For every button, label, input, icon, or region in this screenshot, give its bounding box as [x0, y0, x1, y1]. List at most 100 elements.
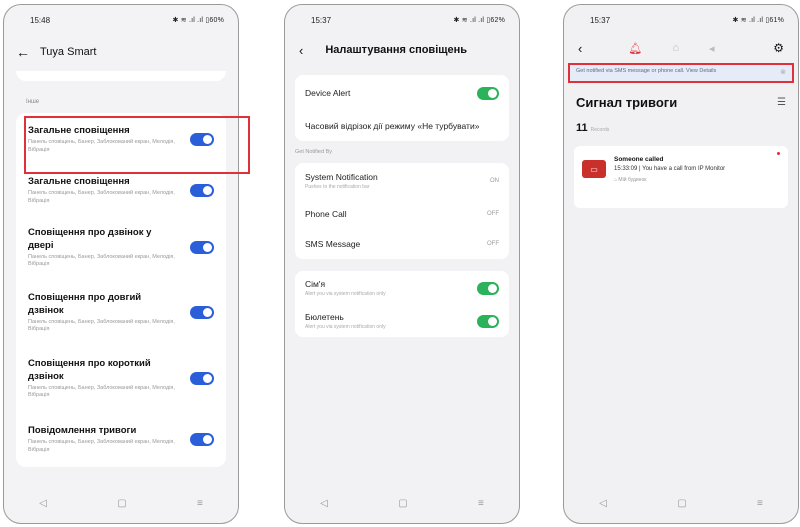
status-indicators: ✱ ≋ .ıl .ıl ▯62% [453, 17, 505, 24]
nav-home-icon[interactable]: ▢ [677, 498, 686, 509]
item-subtitle: Панель сповіщень, Банер, Заблокований ек… [28, 318, 175, 333]
list-item[interactable]: Сповіщення про довгий дзвінок Панель спов… [16, 279, 226, 345]
count-label: Records [590, 127, 610, 133]
unread-dot [777, 152, 780, 155]
item-subtitle: Панель сповіщень, Банер, Заблокований ек… [28, 384, 175, 399]
doorbell-icon: ▭ [582, 160, 606, 178]
back-chevron-icon[interactable]: ‹ [578, 41, 582, 56]
phone-screen-1: 15:48 ✱ ≋ .ıl .ıl ▯60% ← Tuya Smart Інше… [3, 4, 239, 524]
toggle-switch[interactable] [190, 305, 214, 319]
status-indicators: ✱ ≋ .ıl .ıl ▯61% [732, 17, 784, 24]
row-value: OFF [487, 241, 499, 247]
notification-banner[interactable]: Get notified via SMS message or phone ca… [568, 63, 794, 83]
phone-screen-2: 15:37 ✱ ≋ .ıl .ıl ▯62% ‹ Налаштування сп… [284, 4, 520, 524]
settings-card: Device Alert Часовий відрізок дії режиму… [295, 75, 509, 141]
nav-menu-icon[interactable]: ≡ [197, 498, 203, 509]
close-icon[interactable]: ⊗ [780, 69, 786, 77]
system-nav-bar: ◁ ▢ ≡ [564, 483, 798, 523]
toggle-switch[interactable] [190, 183, 214, 197]
event-description: 15:33:09 | You have a call from IP Monit… [614, 166, 726, 172]
system-notification-row[interactable]: System Notification Pushes to the notific… [295, 163, 509, 199]
item-title: Повідомлення тривоги [28, 425, 137, 436]
message-tabs: ‹ 🔔︎ ⌂ ◂ ⚙ [564, 35, 798, 61]
nav-back-icon[interactable]: ◁ [599, 498, 607, 509]
bulletin-toggle[interactable] [477, 314, 499, 328]
sms-row[interactable]: SMS Message OFF [295, 229, 509, 259]
item-subtitle: Панель сповіщень, Банер, Заблокований ек… [28, 190, 175, 204]
status-time: 15:37 [590, 15, 611, 25]
list-item[interactable]: Повідомлення тривоги Панель сповіщень, Ба… [16, 411, 226, 467]
item-subtitle: Панель сповіщень, Банер, Заблокований ек… [28, 253, 175, 268]
list-item[interactable]: Сповіщення про короткий дзвінок Панель сп… [16, 345, 226, 411]
toggle-switch[interactable] [190, 432, 214, 446]
event-location: ⌂ Мій будинок [614, 176, 647, 183]
nav-home-icon[interactable]: ▢ [398, 498, 407, 509]
home-icon[interactable]: ⌂ [672, 42, 679, 55]
page-title: Налаштування сповіщень [325, 44, 468, 56]
section-header: Сигнал тривоги ☰ [564, 83, 798, 110]
back-arrow-icon[interactable]: ← [16, 44, 30, 60]
app-header: ← Tuya Smart [4, 35, 238, 69]
speaker-icon[interactable]: ◂ [709, 42, 715, 55]
phone-call-row[interactable]: Phone Call OFF [295, 199, 509, 229]
banner-text: Get notified via SMS message or phone ca… [576, 68, 717, 74]
family-row[interactable]: Сім'я Alert you via system notification o… [295, 271, 509, 305]
page-title: Tuya Smart [40, 46, 97, 58]
dnd-row[interactable]: Часовий відрізок дії режиму «Не турбуват… [295, 111, 509, 141]
device-alert-toggle[interactable] [477, 86, 499, 100]
back-chevron-icon[interactable]: ‹ [299, 43, 303, 58]
alarm-event-card[interactable]: ▭ Someone called 15:33:09 | You have a c… [574, 146, 788, 208]
row-label: System Notification [305, 172, 378, 182]
list-item[interactable]: Сповіщення про дзвінок у двері Панель спо… [16, 215, 226, 279]
row-value: ON [490, 178, 499, 184]
nav-back-icon[interactable]: ◁ [320, 498, 328, 509]
status-time: 15:37 [311, 15, 332, 25]
family-toggle[interactable] [477, 281, 499, 295]
system-nav-bar: ◁ ▢ ≡ [285, 483, 519, 523]
app-header: ‹ Налаштування сповіщень [285, 35, 519, 65]
system-nav-bar: ◁ ▢ ≡ [4, 483, 238, 523]
row-subtitle: Pushes to the notification bar [305, 184, 370, 190]
alarm-bell-icon[interactable]: 🔔︎ [628, 42, 642, 55]
item-title: Сповіщення про дзвінок у двері [28, 226, 152, 251]
nav-menu-icon[interactable]: ≡ [757, 498, 763, 509]
status-bar: 15:48 ✱ ≋ .ıl .ıl ▯60% [4, 5, 238, 35]
phone-screen-3: 15:37 ✱ ≋ .ıl .ıl ▯61% ‹ 🔔︎ ⌂ ◂ ⚙ Get no… [563, 4, 799, 524]
nav-back-icon[interactable]: ◁ [39, 498, 47, 509]
card-edge [16, 71, 226, 81]
status-indicators: ✱ ≋ .ıl .ıl ▯60% [172, 17, 224, 24]
status-time: 15:48 [30, 15, 51, 25]
row-label: Device Alert [305, 88, 351, 98]
row-subtitle: Alert you via system notification only [305, 324, 386, 330]
status-bar: 15:37 ✱ ≋ .ıl .ıl ▯62% [285, 5, 519, 35]
gear-icon[interactable]: ⚙ [773, 41, 784, 55]
bulletin-row[interactable]: Бюлетень Alert you via system notificatio… [295, 305, 509, 337]
device-alert-row[interactable]: Device Alert [295, 75, 509, 111]
records-count: 11 Records [564, 110, 798, 134]
section-label: Інше [26, 99, 40, 105]
row-value: OFF [487, 211, 499, 217]
toggle-switch[interactable] [190, 240, 214, 254]
status-bar: 15:37 ✱ ≋ .ıl .ıl ▯61% [564, 5, 798, 35]
row-label: Сім'я [305, 279, 326, 289]
row-label: SMS Message [305, 239, 361, 249]
row-label: Часовий відрізок дії режиму «Не турбуват… [305, 121, 480, 131]
channels-card: System Notification Pushes to the notific… [295, 163, 509, 259]
toggle-switch[interactable] [190, 371, 214, 385]
event-title: Someone called [614, 156, 664, 163]
nav-menu-icon[interactable]: ≡ [478, 498, 484, 509]
section-label: Get Notified By [285, 141, 519, 163]
homes-card: Сім'я Alert you via system notification o… [295, 271, 509, 337]
item-title: Загальне сповіщення [28, 176, 130, 187]
filter-icon[interactable]: ☰ [777, 97, 786, 108]
page-title: Сигнал тривоги [576, 95, 678, 110]
item-subtitle: Панель сповіщень, Банер, Заблокований ек… [28, 439, 175, 453]
item-title: Сповіщення про довгий дзвінок [28, 291, 142, 316]
row-label: Бюлетень [305, 312, 344, 322]
highlight-box [24, 116, 250, 174]
row-label: Phone Call [305, 209, 347, 219]
nav-home-icon[interactable]: ▢ [117, 498, 126, 509]
row-subtitle: Alert you via system notification only [305, 291, 386, 297]
item-title: Сповіщення про короткий дзвінок [28, 357, 151, 382]
count-value: 11 [576, 122, 588, 134]
